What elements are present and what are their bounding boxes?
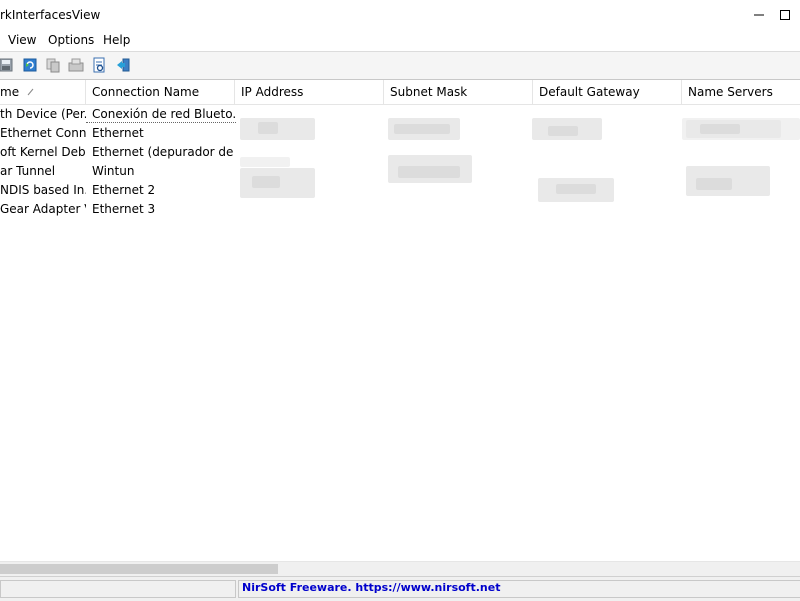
exit-button[interactable] <box>113 55 133 75</box>
refresh-button[interactable] <box>20 55 40 75</box>
maximize-icon <box>780 10 790 20</box>
horizontal-scrollbar[interactable] <box>0 561 800 576</box>
cell-name: oft Kernel Deb... <box>0 145 86 159</box>
column-header-default-gateway[interactable]: Default Gateway <box>533 80 682 104</box>
table-row[interactable]: NDIS based In... Ethernet 2 <box>0 181 800 200</box>
focus-outline <box>86 122 236 123</box>
column-header-name[interactable]: me <box>0 80 86 104</box>
column-header-connection-name[interactable]: Connection Name <box>86 80 235 104</box>
column-header-subnet-mask[interactable]: Subnet Mask <box>384 80 533 104</box>
menu-view[interactable]: View <box>8 33 36 47</box>
cell-connection-name: Ethernet 3 <box>92 202 156 216</box>
sort-indicator-icon <box>27 88 34 96</box>
menu-options[interactable]: Options <box>48 33 94 47</box>
nirsoft-link[interactable]: NirSoft Freeware. https://www.nirsoft.ne… <box>242 581 500 594</box>
maximize-button[interactable] <box>770 4 800 26</box>
column-header-ip-address[interactable]: IP Address <box>235 80 384 104</box>
save-icon <box>0 58 13 72</box>
window-title: rkInterfacesView <box>0 8 101 22</box>
horizontal-scrollbar-thumb[interactable] <box>0 564 278 574</box>
toolbar <box>0 52 800 80</box>
column-header-name-servers[interactable]: Name Servers <box>682 80 800 104</box>
column-header-name-label: me <box>0 85 20 99</box>
cell-name: Gear Adapter V9 <box>0 202 86 216</box>
cell-name: Ethernet Conn... <box>0 126 86 140</box>
save-button[interactable] <box>0 55 16 75</box>
column-header-bar: me Connection Name IP Address Subnet Mas… <box>0 80 800 105</box>
menu-help[interactable]: Help <box>103 33 130 47</box>
cell-connection-name: Ethernet <box>92 126 144 140</box>
cell-name: th Device (Per... <box>0 107 86 121</box>
exit-icon <box>117 58 130 72</box>
cell-name: ar Tunnel <box>0 164 56 178</box>
title-bar: rkInterfacesView <box>0 0 800 32</box>
copy-button[interactable] <box>43 55 63 75</box>
copy-icon <box>46 58 60 73</box>
cell-connection-name: Ethernet 2 <box>92 183 156 197</box>
properties-button[interactable] <box>66 55 86 75</box>
html-report-icon <box>93 57 105 73</box>
status-panel-count <box>0 580 236 598</box>
refresh-icon <box>23 58 37 72</box>
table-row[interactable]: Gear Adapter V9 Ethernet 3 <box>0 200 800 219</box>
cell-connection-name: Wintun <box>92 164 135 178</box>
cell-connection-name: Ethernet (depurador de ... <box>92 145 235 159</box>
properties-icon <box>68 58 84 72</box>
html-report-button[interactable] <box>89 55 109 75</box>
cell-name: NDIS based In... <box>0 183 86 197</box>
minimize-icon <box>754 14 764 16</box>
menu-bar: View Options Help <box>0 32 800 52</box>
status-bar: NirSoft Freeware. https://www.nirsoft.ne… <box>0 576 800 601</box>
